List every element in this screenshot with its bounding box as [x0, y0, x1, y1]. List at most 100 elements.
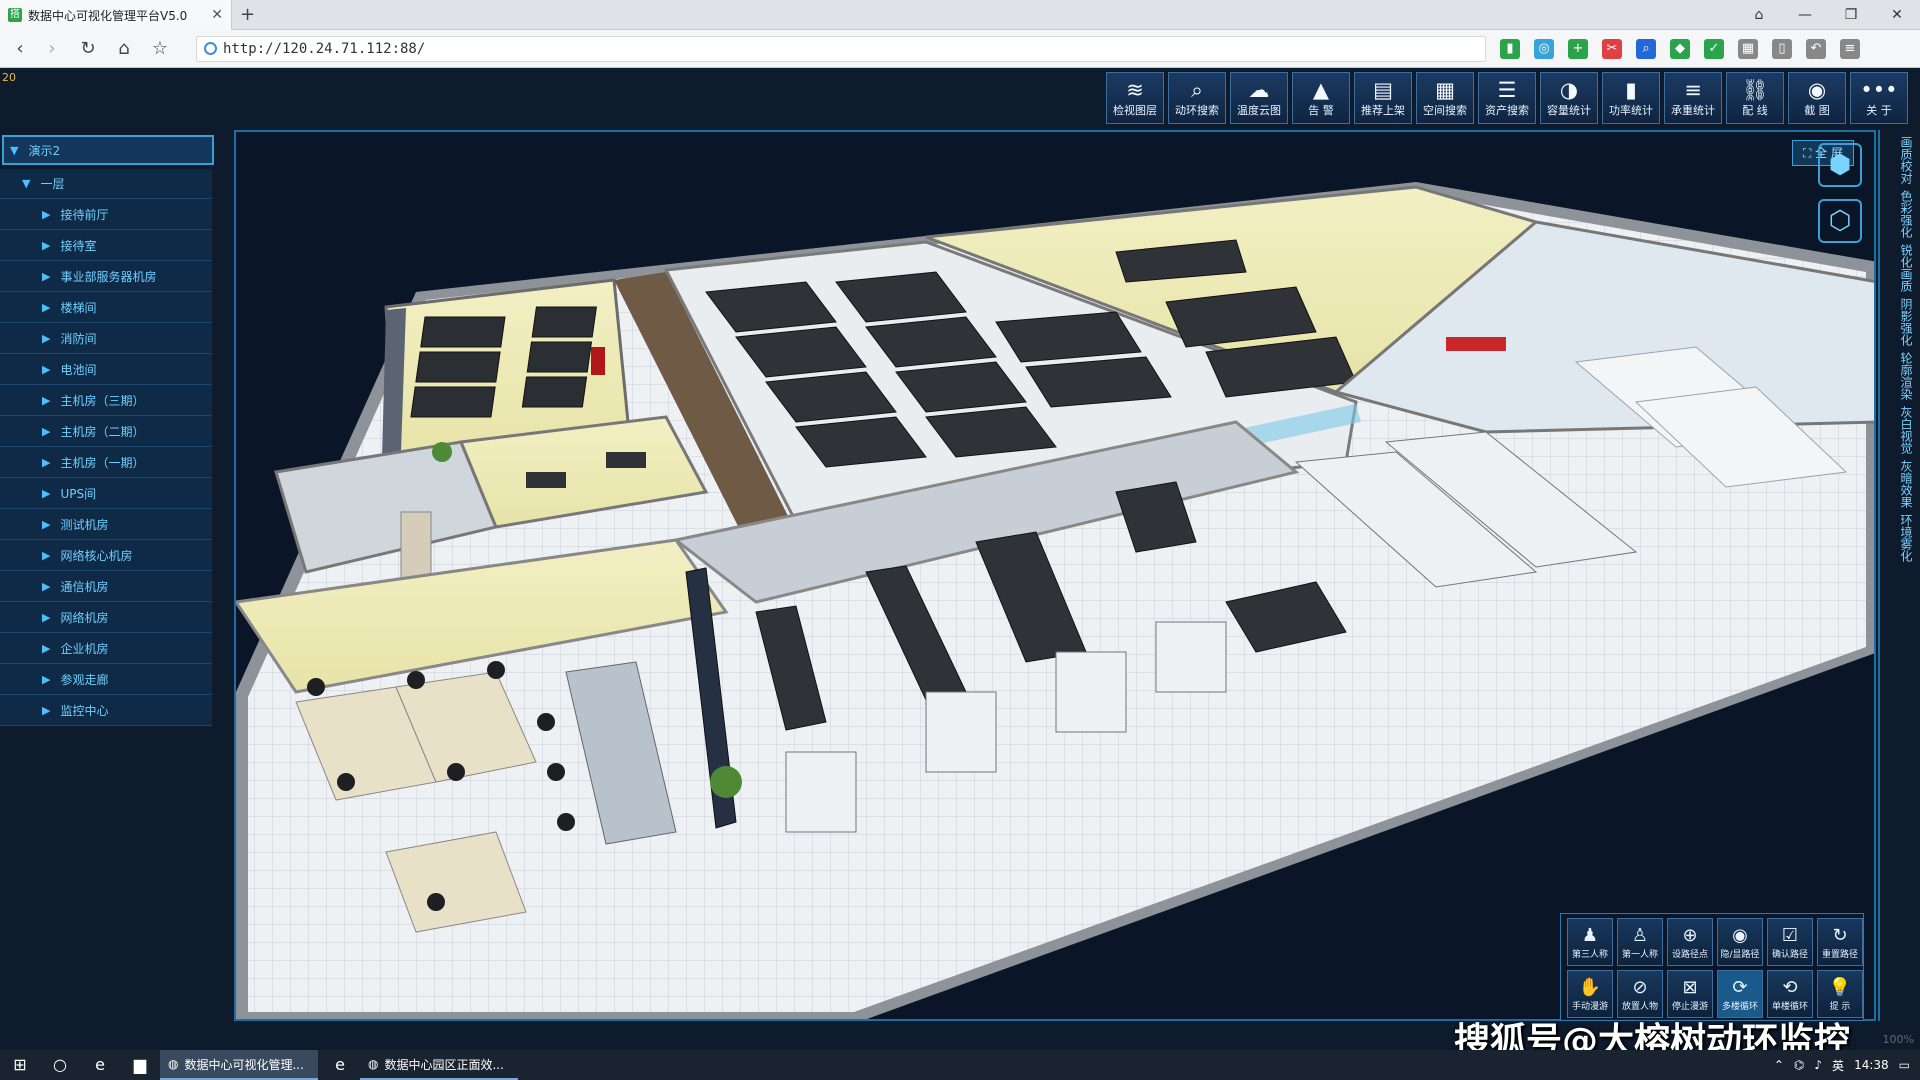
tab-list-icon[interactable]: ⌂: [1736, 0, 1782, 30]
red-rack: [591, 347, 605, 375]
3d-viewport[interactable]: ⛶ 全 屏: [234, 130, 1876, 1021]
render-option[interactable]: 阴影强化: [1885, 298, 1913, 346]
browser-tab[interactable]: 搭 数据中心可视化管理平台V5.0 ✕: [0, 0, 232, 30]
tree-room-item[interactable]: ▶ 事业部服务器机房: [0, 261, 212, 292]
control-button-4[interactable]: ☑ 确认路径: [1767, 918, 1813, 966]
render-option[interactable]: 色彩强化: [1885, 190, 1913, 238]
clock[interactable]: 14:38: [1854, 1058, 1889, 1072]
control-button-label: 停止漫游: [1671, 1001, 1708, 1012]
control-button-7[interactable]: ⊘ 放置人物: [1617, 970, 1663, 1018]
render-option[interactable]: 灰暗效果: [1885, 460, 1913, 508]
toolbar-button-4[interactable]: ▤ 推荐上架: [1354, 72, 1412, 124]
render-option[interactable]: 画质校对: [1885, 136, 1913, 184]
2d-view-hexagon-icon[interactable]: ⬡: [1818, 199, 1862, 243]
tree-room-item[interactable]: ▶ 楼梯间: [0, 292, 212, 323]
toolbar-button-11[interactable]: ◉ 截 图: [1788, 72, 1846, 124]
tree-room-item[interactable]: ▶ 接待室: [0, 230, 212, 261]
tree-room-item[interactable]: ▶ 消防间: [0, 323, 212, 354]
fullscreen-icon: ⛶: [1802, 146, 1816, 160]
tree-room-item[interactable]: ▶ 测试机房: [0, 509, 212, 540]
render-option[interactable]: 锐化画质: [1885, 244, 1913, 292]
toolbar-button-label: 容量统计: [1547, 104, 1591, 117]
close-window-button[interactable]: ✕: [1874, 0, 1920, 30]
extension-tablet-icon[interactable]: ▯: [1772, 39, 1792, 59]
url-input[interactable]: http://120.24.71.112:88/: [196, 36, 1486, 62]
tree-room-item[interactable]: ▶ 主机房（一期）: [0, 447, 212, 478]
toolbar-button-10[interactable]: ⛓ 配 线: [1726, 72, 1784, 124]
tray-chevron-icon[interactable]: ⌃: [1774, 1058, 1784, 1072]
tree-room-item[interactable]: ▶ UPS间: [0, 478, 212, 509]
toolbar-button-2[interactable]: ☁ 温度云图: [1230, 72, 1288, 124]
3d-view-cube-icon[interactable]: ⬢: [1818, 143, 1862, 187]
toolbar-button-0[interactable]: ≋ 检视图层: [1106, 72, 1164, 124]
volume-icon[interactable]: ♪: [1814, 1058, 1822, 1072]
ie-browser-icon[interactable]: e: [320, 1050, 360, 1080]
extension-grid-icon[interactable]: ▦: [1738, 39, 1758, 59]
control-button-9[interactable]: ⟳ 多楼循环: [1717, 970, 1763, 1018]
tab-close-icon[interactable]: ✕: [211, 7, 223, 23]
tree-room-item[interactable]: ▶ 网络机房: [0, 602, 212, 633]
back-button[interactable]: ‹: [8, 37, 32, 61]
taskbar-window-1[interactable]: ◍ 数据中心可视化管理...: [160, 1050, 318, 1080]
tree-room-item[interactable]: ▶ 主机房（二期）: [0, 416, 212, 447]
control-button-3[interactable]: ◉ 隐/显路径: [1717, 918, 1763, 966]
toolbar-button-12[interactable]: ••• 关 于: [1850, 72, 1908, 124]
extension-book-icon[interactable]: ▮: [1500, 39, 1520, 59]
forward-button[interactable]: ›: [40, 37, 64, 61]
extension-plus-icon[interactable]: +: [1568, 39, 1588, 59]
taskbar-window-2[interactable]: ◍ 数据中心园区正面效...: [360, 1050, 518, 1080]
control-button-label: 手动漫游: [1571, 1001, 1608, 1012]
start-windows-icon[interactable]: ⊞: [0, 1050, 40, 1080]
control-button-1[interactable]: ♙ 第一人称: [1617, 918, 1663, 966]
tree-room-item[interactable]: ▶ 参观走廊: [0, 664, 212, 695]
tree-room-label: 主机房（三期）: [60, 393, 145, 408]
taskbar-window-title: 数据中心园区正面效...: [384, 1057, 504, 1072]
toolbar-button-9[interactable]: ≡ 承重统计: [1664, 72, 1722, 124]
toolbar-button-7[interactable]: ◑ 容量统计: [1540, 72, 1598, 124]
minimize-button[interactable]: —: [1782, 0, 1828, 30]
toolbar-button-8[interactable]: ▮ 功率统计: [1602, 72, 1660, 124]
render-option[interactable]: 轮廓渲染: [1885, 352, 1913, 400]
tree-room-item[interactable]: ▶ 通信机房: [0, 571, 212, 602]
control-button-2[interactable]: ⊕ 设路径点: [1667, 918, 1713, 966]
menu-icon[interactable]: ≡: [1840, 39, 1860, 59]
undo-icon[interactable]: ↶: [1806, 39, 1826, 59]
tree-room-item[interactable]: ▶ 网络核心机房: [0, 540, 212, 571]
notification-icon[interactable]: ▭: [1899, 1058, 1910, 1072]
control-button-10[interactable]: ⟲ 单楼循环: [1767, 970, 1813, 1018]
render-option[interactable]: 灰白视觉: [1885, 406, 1913, 454]
extension-translate-icon[interactable]: ◎: [1534, 39, 1554, 59]
favorite-star-icon[interactable]: ☆: [148, 37, 172, 61]
control-button-5[interactable]: ↻ 重置路径: [1817, 918, 1863, 966]
tree-room-item[interactable]: ▶ 企业机房: [0, 633, 212, 664]
new-tab-button[interactable]: +: [240, 4, 255, 25]
control-button-8[interactable]: ⊠ 停止漫游: [1667, 970, 1713, 1018]
tree-room-item[interactable]: ▶ 接待前厅: [0, 199, 212, 230]
extension-game-icon[interactable]: ◆: [1670, 39, 1690, 59]
toolbar-button-3[interactable]: ▲ 告 警: [1292, 72, 1350, 124]
file-explorer-icon[interactable]: ▆: [120, 1050, 160, 1080]
cortana-circle-icon[interactable]: ○: [40, 1050, 80, 1080]
control-button-6[interactable]: ✋ 手动漫游: [1567, 970, 1613, 1018]
tree-root-node[interactable]: ▼ 演示2: [2, 135, 214, 165]
restore-button[interactable]: ❐: [1828, 0, 1874, 30]
tree-room-item[interactable]: ▶ 主机房（三期）: [0, 385, 212, 416]
home-icon[interactable]: ⌂: [112, 37, 136, 61]
tree-floor-node[interactable]: ▼ 一层: [0, 169, 212, 199]
toolbar-button-5[interactable]: ▦ 空间搜索: [1416, 72, 1474, 124]
extension-scissors-icon[interactable]: ✂: [1602, 39, 1622, 59]
tree-room-item[interactable]: ▶ 监控中心: [0, 695, 212, 726]
toolbar-button-6[interactable]: ☰ 资产搜索: [1478, 72, 1536, 124]
tree-room-item[interactable]: ▶ 电池间: [0, 354, 212, 385]
input-method[interactable]: 英: [1832, 1057, 1844, 1074]
edge-browser-icon[interactable]: e: [80, 1050, 120, 1080]
extension-search-icon[interactable]: ⌕: [1636, 39, 1656, 59]
reset-icon: ↻: [1832, 924, 1848, 946]
control-button-11[interactable]: 💡 提 示: [1817, 970, 1863, 1018]
extension-shield-icon[interactable]: ✓: [1704, 39, 1724, 59]
toolbar-button-1[interactable]: ⌕ 动环搜索: [1168, 72, 1226, 124]
render-option[interactable]: 环境雾化: [1885, 514, 1913, 562]
control-button-0[interactable]: ♟ 第三人称: [1567, 918, 1613, 966]
reload-icon[interactable]: ↻: [76, 37, 100, 61]
network-icon[interactable]: ⌬: [1794, 1058, 1804, 1072]
